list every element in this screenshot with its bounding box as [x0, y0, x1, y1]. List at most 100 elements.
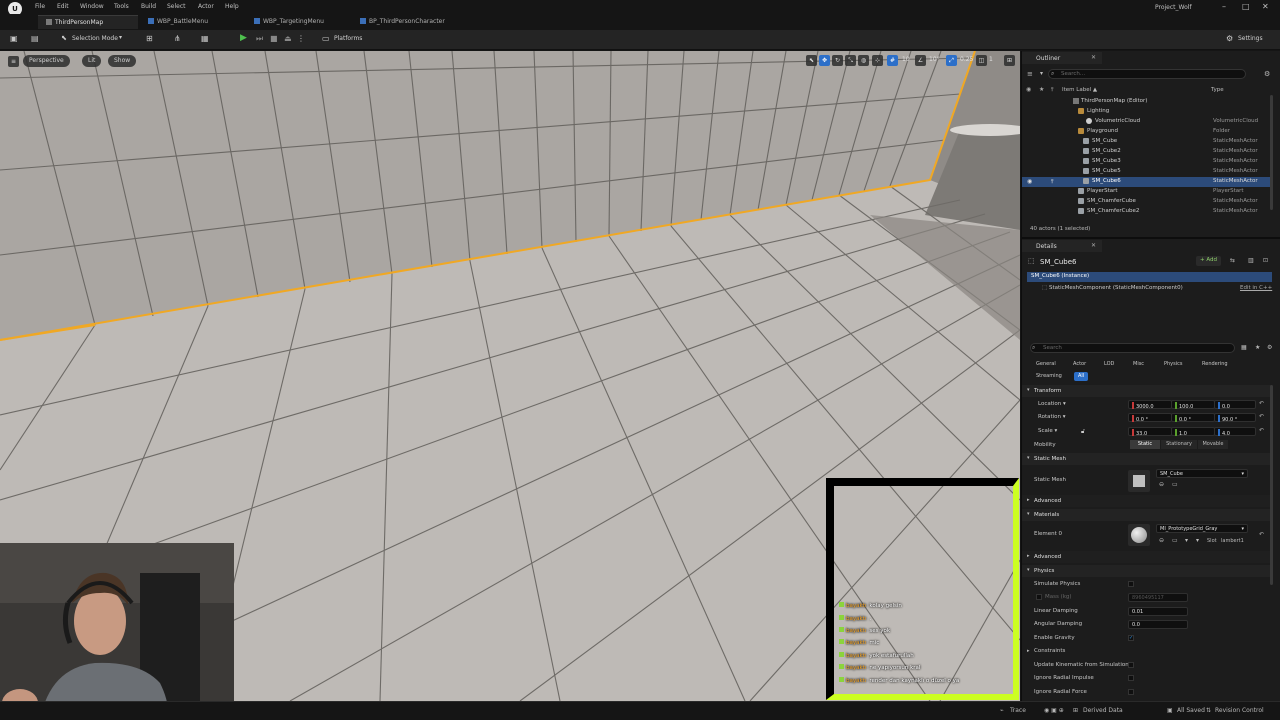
menu-tools[interactable]: Tools: [114, 3, 129, 10]
table-view-icon[interactable]: ▦: [1241, 344, 1247, 351]
mass-override-checkbox[interactable]: [1036, 594, 1042, 600]
all-saved-button[interactable]: All Saved: [1177, 707, 1205, 714]
location-x-field[interactable]: 3000.0: [1128, 400, 1172, 410]
camera-speed-value[interactable]: 1: [989, 56, 993, 63]
blueprints-icon[interactable]: ⋔: [174, 34, 181, 43]
gear-icon[interactable]: ⚙: [1226, 34, 1233, 43]
outliner-row[interactable]: SM_Cube3 StaticMeshActor: [1022, 157, 1272, 167]
content-browser-icon[interactable]: ▤: [31, 34, 39, 43]
ignore-radial-impulse-checkbox[interactable]: [1128, 675, 1134, 681]
category-misc[interactable]: Misc: [1129, 360, 1148, 369]
outliner-row[interactable]: SM_Cube2 StaticMeshActor: [1022, 147, 1272, 157]
step-icon[interactable]: ⏭: [256, 34, 263, 44]
grid-snap-icon[interactable]: #: [887, 55, 898, 66]
translate-icon[interactable]: ✥: [819, 55, 830, 66]
camera-speed-icon[interactable]: ◫: [976, 55, 987, 66]
saved-icon[interactable]: ▣: [1167, 707, 1173, 714]
category-lod[interactable]: LOD: [1100, 360, 1118, 369]
rotation-snap-value[interactable]: 10°: [929, 56, 940, 63]
scale-label[interactable]: Scale ▾: [1038, 428, 1057, 434]
chevron-down-icon[interactable]: ▾: [1196, 537, 1199, 544]
outliner-search-input[interactable]: Search...: [1048, 69, 1246, 79]
world-local-icon[interactable]: ◍: [858, 55, 869, 66]
rotate-icon[interactable]: ↻: [832, 55, 843, 66]
chevron-down-icon[interactable]: ▾: [119, 34, 122, 41]
static-mesh-section-header[interactable]: Static Mesh: [1022, 453, 1272, 465]
reset-material-icon[interactable]: ↶: [1259, 531, 1264, 538]
chevron-down-icon[interactable]: ▾: [1040, 70, 1043, 77]
folder-browse-icon[interactable]: ▭: [1172, 537, 1178, 544]
category-rendering[interactable]: Rendering: [1198, 360, 1232, 369]
reset-location-icon[interactable]: ↶: [1259, 400, 1264, 407]
expand-arrow-icon[interactable]: ▸: [1027, 497, 1030, 503]
tab-bp-third-person-character[interactable]: BP_ThirdPersonCharacter: [352, 15, 472, 29]
expand-arrow-icon[interactable]: ▾: [1027, 511, 1030, 517]
outliner-row[interactable]: Lighting: [1022, 107, 1272, 117]
stop-icon[interactable]: ■: [270, 34, 278, 43]
outliner-row[interactable]: ThirdPersonMap (Editor): [1022, 97, 1272, 107]
details-search-input[interactable]: Search: [1030, 343, 1235, 353]
advanced-row[interactable]: Advanced: [1022, 495, 1272, 507]
simulate-physics-checkbox[interactable]: [1128, 581, 1134, 587]
location-y-field[interactable]: 100.0: [1171, 400, 1215, 410]
outliner-row[interactable]: Playground Folder: [1022, 127, 1272, 137]
category-streaming[interactable]: Streaming: [1032, 372, 1066, 381]
angular-damping-field[interactable]: 0.0: [1128, 620, 1188, 629]
maximize-viewport-icon[interactable]: ⊞: [1004, 55, 1015, 66]
platforms-icon[interactable]: ▭: [322, 34, 330, 43]
visibility-eye-icon[interactable]: ◉: [1027, 178, 1032, 185]
trace-button[interactable]: Trace: [1010, 707, 1026, 714]
rotation-snap-icon[interactable]: ∠: [915, 55, 926, 66]
gear-icon[interactable]: ⚙: [1267, 344, 1272, 351]
lock-icon[interactable]: ⊡: [1263, 257, 1268, 264]
category-all[interactable]: All: [1074, 372, 1089, 381]
cinematics-icon[interactable]: ▦: [201, 34, 209, 43]
settings-button[interactable]: Settings: [1238, 35, 1263, 42]
category-physics[interactable]: Physics: [1160, 360, 1187, 369]
close-tab-icon[interactable]: ✕: [1091, 242, 1096, 249]
selection-mode-dropdown[interactable]: Selection Mode: [72, 35, 118, 42]
scale-x-field[interactable]: 33.0: [1128, 427, 1172, 437]
expand-arrow-icon[interactable]: ▸: [1027, 648, 1030, 654]
more-options-icon[interactable]: ⋮: [297, 34, 305, 43]
outliner-tab[interactable]: Outliner: [1022, 52, 1102, 64]
tab-wbp-targeting-menu[interactable]: WBP_TargetingMenu: [246, 15, 350, 29]
mobility-stationary-button[interactable]: Stationary: [1161, 440, 1197, 449]
menu-actor[interactable]: Actor: [198, 3, 214, 10]
menu-window[interactable]: Window: [80, 3, 104, 10]
star-icon[interactable]: ★: [1255, 344, 1260, 351]
selection-mode-icon[interactable]: ⬉: [61, 34, 67, 42]
expand-arrow-icon[interactable]: ▸: [1027, 553, 1030, 559]
details-scrollbar[interactable]: [1270, 385, 1273, 585]
physics-section-header[interactable]: Physics: [1022, 565, 1272, 577]
layout-icon[interactable]: ▥: [1248, 257, 1254, 264]
eject-icon[interactable]: ⏏: [284, 34, 292, 43]
outliner-row[interactable]: SM_Cube StaticMeshActor: [1022, 137, 1272, 147]
settings-icon[interactable]: ⚙: [1264, 70, 1270, 78]
menu-select[interactable]: Select: [167, 3, 186, 10]
enable-gravity-checkbox[interactable]: ✓: [1128, 635, 1134, 641]
trace-options-icon[interactable]: ◉ ▣ ⊕: [1044, 707, 1064, 714]
category-general[interactable]: General: [1032, 360, 1060, 369]
browse-icon[interactable]: ⊖: [1159, 537, 1164, 544]
trace-icon[interactable]: ⌁: [1000, 707, 1004, 714]
expand-arrow-icon[interactable]: ▾: [1027, 455, 1030, 461]
outliner-row[interactable]: SM_ChamferCube StaticMeshActor: [1022, 197, 1272, 207]
material-picker[interactable]: MI_PrototypeGrid_Gray ▾: [1156, 524, 1248, 533]
pin-icon[interactable]: ⫯: [1051, 178, 1054, 186]
reset-rotation-icon[interactable]: ↶: [1259, 413, 1264, 420]
platforms-dropdown[interactable]: Platforms: [334, 35, 362, 42]
derived-data-button[interactable]: Derived Data: [1083, 707, 1123, 714]
rotation-label[interactable]: Rotation ▾: [1038, 414, 1066, 420]
save-icon[interactable]: ▣: [10, 34, 18, 43]
outliner-row[interactable]: VolumetricCloud VolumetricCloud: [1022, 117, 1272, 127]
select-tool-icon[interactable]: ⬉: [806, 55, 817, 66]
static-mesh-picker[interactable]: SM_Cube ▾: [1156, 469, 1248, 478]
menu-file[interactable]: File: [35, 3, 45, 10]
perspective-button[interactable]: Perspective: [23, 55, 70, 67]
static-mesh-thumbnail[interactable]: [1128, 470, 1150, 492]
play-icon[interactable]: ▶: [240, 33, 247, 43]
outliner-row[interactable]: PlayerStart PlayerStart: [1022, 187, 1272, 197]
menu-build[interactable]: Build: [141, 3, 156, 10]
advanced-row[interactable]: Advanced: [1022, 551, 1272, 563]
